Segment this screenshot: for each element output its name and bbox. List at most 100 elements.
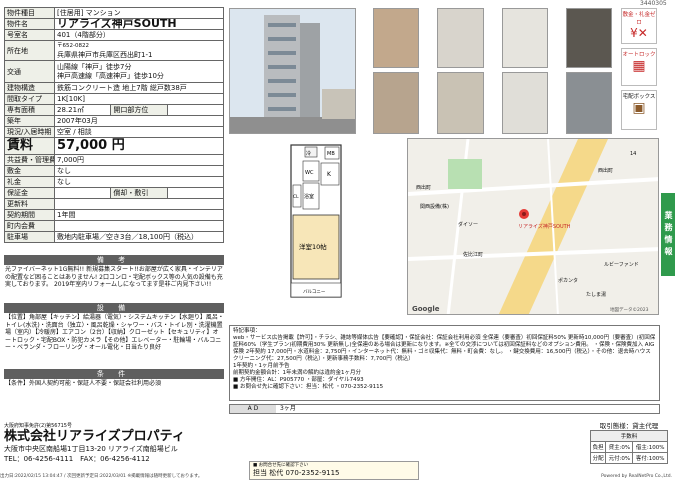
special-notes-manager: ■ 方年開住：AL：P905770 ・部屋：ダイヤル7493 xyxy=(233,377,364,383)
equipment-text: 【位置】角部屋【キッチン】給湯器（電気）・システムキッチン【水廻り】風呂・トイレ… xyxy=(5,314,224,351)
footer-line: 出力日:2022/02/15 13:04:47 / 次回更新予定日:2022/0… xyxy=(0,473,676,480)
company-address: 大阪市中央区南船場1丁目13-20 リアライズ南船場ビル xyxy=(4,445,178,453)
spec-key: 所在地 xyxy=(4,40,55,61)
license-number: 大阪府知事免許(2)第56715号 xyxy=(4,423,72,429)
room-value: 401（4階部分） xyxy=(54,29,224,41)
property-name: リアライズ神戸SOUTH xyxy=(54,18,224,30)
map-label: ルビーファンド xyxy=(604,262,639,268)
autolock-badge: オートロック ▦ xyxy=(621,48,657,86)
town-value xyxy=(54,220,224,232)
plan-bath-label: 浴室 xyxy=(304,193,314,200)
layout-value: 1K[10K] xyxy=(54,93,224,105)
access-line: 神戸高速線「高速神戸」徒歩10分 xyxy=(57,71,164,80)
keypad-icon: ▦ xyxy=(632,58,646,74)
spec-key: 保証金 xyxy=(4,187,55,199)
address-value: 〒652-0822 兵庫県神戸市兵庫区西出町1-1 xyxy=(54,40,224,61)
company-name: 株式会社リアライズプロパティ xyxy=(4,429,185,444)
map-copyright: 地図データ©2023 xyxy=(610,308,649,313)
remarks-text: 光ファイバーネット1G無料!! 新規募集スタート!!お部屋が広く家具・インテリア… xyxy=(5,266,223,288)
building-photo xyxy=(229,8,356,134)
status-value: 空室 / 相談 xyxy=(54,126,224,138)
box-icon: ▣ xyxy=(632,100,646,116)
no-deposit-label: 敷金・礼金ゼロ xyxy=(622,12,656,26)
special-notes-title: 特記事項： xyxy=(233,328,261,334)
spec-key: 現況/入居時期 xyxy=(4,126,55,138)
fee-table: 手数料 負担 貸主:0% 借主:100% 分配 元付:0% 客付:100% xyxy=(589,430,668,464)
plan-cl-label: CL xyxy=(293,194,299,200)
access-line: 山陽線「神戸」徒歩7分 xyxy=(57,62,132,71)
parking-value: 敷地内駐車場／空き3台／18,100円（税込） xyxy=(54,231,224,243)
map-label: 関西設備(株) xyxy=(420,204,449,210)
structure-value: 鉄筋コンクリート造 地上7階 総戸数38戸 xyxy=(54,82,224,94)
map-label: 西出町 xyxy=(416,185,432,191)
spec-key: 号室名 xyxy=(4,29,55,41)
location-map: リアライズ神戸SOUTH 西出町 関西設備(株) ダイソー 佐比江町 西出町 ポ… xyxy=(407,138,659,315)
spec-key: 開口部方位 xyxy=(110,104,168,116)
delivery-box-label: 宅配ボックス xyxy=(622,94,656,100)
spec-key: 賃料 xyxy=(4,137,55,155)
transaction-terms: 取引態様：貸主代理 手数料 負担 貸主:0% 借主:100% 分配 元付:0% 客付:1… xyxy=(589,420,668,470)
ad-value: 3ヶ月 xyxy=(280,405,296,412)
table-row: 分配 元付:0% 客付:100% xyxy=(589,452,668,464)
category-value: [住居用] マンション xyxy=(54,7,224,19)
zip-code: 〒652-0822 xyxy=(57,42,89,49)
business-info-tab[interactable]: 業務情報 xyxy=(661,193,675,276)
spec-key: 敷金 xyxy=(4,165,55,177)
contract-value: 1年間 xyxy=(54,209,224,221)
footer-print-info: 出力日:2022/02/15 13:04:47 / 次回更新予定日:2022/0… xyxy=(0,474,203,479)
plan-ref-label: 冷 xyxy=(306,150,311,157)
photo-interior-2 xyxy=(437,8,484,68)
no-deposit-badge: 敷金・礼金ゼロ ¥✕ xyxy=(621,8,657,44)
map-label: 佐比江町 xyxy=(463,252,484,258)
spec-key: 建物構造 xyxy=(4,82,55,94)
map-label: ダイソー xyxy=(458,222,479,228)
special-notes-inquiry: ■ お問合せ先に確認下さい：担当：松代 ・070-2352-9115 xyxy=(233,384,384,390)
remarks-header: 備 考 xyxy=(4,255,224,265)
spec-key: 共益費・管理費 xyxy=(4,154,55,166)
spec-key: 礼金 xyxy=(4,176,55,188)
amortize-value xyxy=(166,187,225,199)
map-property-label: リアライズ神戸SOUTH xyxy=(518,224,571,230)
map-label: 14 xyxy=(630,151,637,157)
photo-interior-1 xyxy=(373,8,419,68)
fee-table-title: 手数料 xyxy=(590,430,668,442)
spec-key: 専有面積 xyxy=(4,104,55,116)
document-number: 3440305 xyxy=(640,0,667,7)
conditions-header: 条 件 xyxy=(4,369,224,379)
map-label: たしま湯 xyxy=(586,292,607,298)
guarantee-value xyxy=(53,187,112,199)
conditions-text: 【条件】外国人契約可能・保証人不要・保証会社利用必須 xyxy=(5,380,162,387)
photo-interior-4 xyxy=(566,8,612,68)
transaction-type: 取引態様：貸主代理 xyxy=(599,422,659,430)
plan-western-room-label: 洋室10帖 xyxy=(299,242,327,251)
special-notes-line: 1年契約・1ヶ月前予告 xyxy=(233,363,290,369)
autolock-label: オートロック xyxy=(622,52,656,58)
built-value: 2007年03月 xyxy=(54,115,224,127)
photo-interior-7 xyxy=(502,72,548,134)
property-spec-table: 物件種目 [住居用] マンション 物件名 リアライズ神戸SOUTH 号室名 401（4… xyxy=(4,7,225,243)
photo-interior-5 xyxy=(373,72,419,134)
spec-key: 築年 xyxy=(4,115,55,127)
map-label: 西出町 xyxy=(598,168,614,174)
spec-key: 交通 xyxy=(4,60,55,83)
special-notes-box: 特記事項： web・サービス広告掲載【許可】・チラシ、雑誌等媒体広告【要確認】・… xyxy=(229,325,660,401)
plan-mb-label: MB xyxy=(327,151,335,157)
table-row: 負担 貸主:0% 借主:100% xyxy=(589,441,668,453)
floor-plan: 冷 MB WC K 浴室 CL 洋室10帖 バルコニー xyxy=(290,144,342,298)
rent-value: 57,000 円 xyxy=(54,137,224,155)
map-label: ポカンタ xyxy=(558,278,579,284)
footer-powered-by: Powered by RealNetPro Co.,Ltd. xyxy=(601,474,672,479)
special-notes-text: web・サービス広告掲載【許可】・チラシ、雑誌等媒体広告【要確認】・保証会社：保… xyxy=(233,335,656,362)
plan-wc-label: WC xyxy=(305,170,314,176)
equipment-header: 設 備 xyxy=(4,303,224,313)
company-block: 大阪府知事免許(2)第56715号 株式会社リアライズプロパティ 大阪市中央区南… xyxy=(4,422,404,466)
coin-icon: ¥✕ xyxy=(630,26,648,40)
ad-label: A D xyxy=(230,405,276,413)
building-illustration xyxy=(230,9,355,133)
spec-key: 町内会費 xyxy=(4,220,55,232)
fee-value: 7,000円 xyxy=(54,154,224,166)
access-value: 山陽線「神戸」徒歩7分 神戸高速線「高速神戸」徒歩10分 xyxy=(54,60,224,83)
spec-key: 更新料 xyxy=(4,198,55,210)
delivery-box-badge: 宅配ボックス ▣ xyxy=(621,90,657,130)
plan-balcony-label: バルコニー xyxy=(303,289,326,295)
